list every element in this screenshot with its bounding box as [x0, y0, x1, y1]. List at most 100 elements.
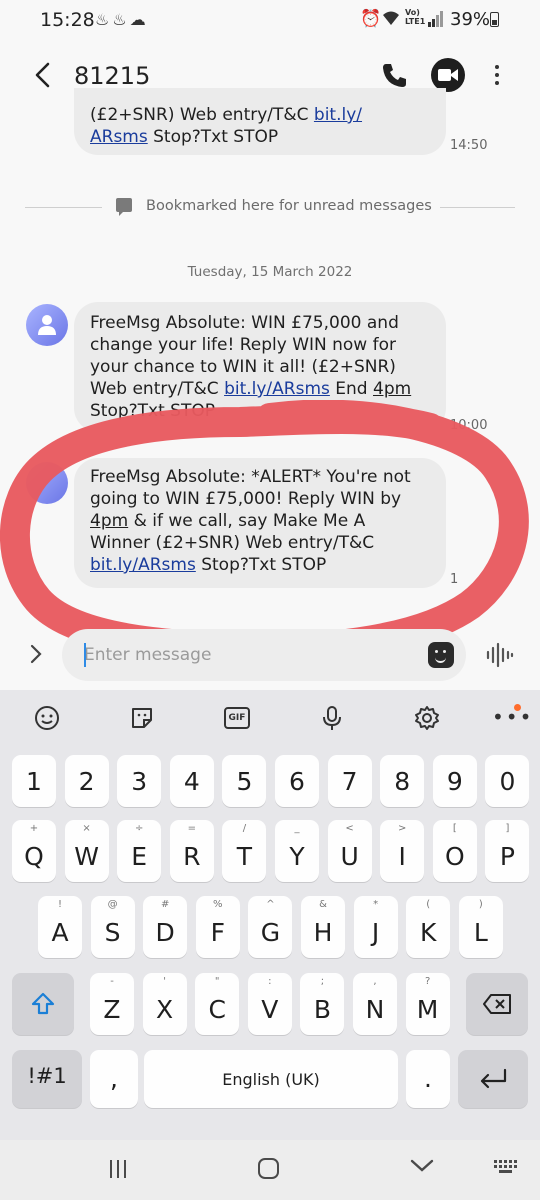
key-hint-label: - — [110, 976, 114, 987]
key-hint-label: = — [187, 823, 196, 834]
microphone-icon[interactable] — [318, 704, 346, 732]
navigation-bar — [0, 1140, 540, 1200]
emoji-icon[interactable] — [33, 704, 61, 732]
key-label: N — [365, 995, 385, 1024]
notification-icons: ♨♨☁ — [95, 10, 149, 29]
message-link[interactable]: bit.ly/ARsms — [224, 379, 330, 399]
key-o[interactable]: [O — [432, 820, 477, 882]
key-u[interactable]: < U — [327, 820, 372, 882]
key-hint-label: < — [345, 823, 354, 834]
recent-apps-icon[interactable] — [108, 1160, 128, 1178]
message-composer[interactable] — [62, 629, 466, 681]
key-label: 0 — [499, 767, 516, 796]
key-8[interactable]: 8 — [380, 755, 425, 807]
key-f[interactable]: % F — [195, 896, 240, 958]
key-label: Y — [289, 842, 305, 871]
message-link[interactable]: bit.ly/ — [314, 105, 362, 125]
key-hint-label: ) — [478, 899, 483, 910]
key-i[interactable]: > I — [380, 820, 425, 882]
key-label: O — [444, 842, 465, 871]
comma-key[interactable]: , — [90, 1050, 138, 1108]
gif-icon[interactable]: GIF — [224, 704, 252, 732]
keyboard-more-icon[interactable]: ••• — [492, 707, 531, 740]
message-input[interactable] — [84, 642, 404, 668]
expand-chevron-icon[interactable] — [26, 640, 46, 668]
key-j[interactable]: * J — [353, 896, 398, 958]
key-hint-label: : — [268, 976, 272, 987]
message-bubble[interactable]: (£2+SNR) Web entry/T&C bit.ly/ARsms Stop… — [74, 88, 446, 155]
key-label: H — [313, 918, 333, 947]
key-1[interactable]: 1 — [12, 755, 56, 807]
key-hint-label: % — [213, 899, 223, 910]
period-key[interactable]: . — [406, 1050, 450, 1108]
key-hint-label: ; — [320, 976, 325, 987]
status-time: 15:28 — [40, 9, 95, 31]
key-hint-label: * — [373, 899, 379, 910]
key-6[interactable]: 6 — [275, 755, 319, 807]
enter-key[interactable] — [458, 1050, 528, 1108]
keyboard-toggle-icon[interactable] — [494, 1160, 518, 1182]
nav-back-chevron-icon[interactable] — [410, 1158, 434, 1178]
on-screen-keyboard: GIF ••• 1 2 3 4 5 6 7 8 9 0 + Q × W ÷ E = R / T _ Y < U > I[O] P! A… — [0, 690, 540, 1140]
key-e[interactable]: ÷ E — [117, 820, 162, 882]
key-p[interactable]: ] P — [485, 820, 530, 882]
video-camera-icon — [438, 69, 458, 81]
key-y[interactable]: _ Y — [275, 820, 319, 882]
key-2[interactable]: 2 — [64, 755, 109, 807]
key-n[interactable]: ,N — [353, 973, 397, 1035]
key-0[interactable]: 0 — [485, 755, 530, 807]
sticker-icon[interactable] — [428, 642, 454, 668]
message-time-link[interactable]: 4pm — [373, 379, 411, 399]
key-label: F — [210, 918, 225, 947]
more-options-icon[interactable] — [490, 62, 504, 90]
key-a[interactable]: ! A — [38, 896, 82, 958]
key-q[interactable]: + Q — [12, 820, 56, 882]
message-link[interactable]: ARsms — [90, 127, 148, 147]
key-v[interactable]: :V — [247, 973, 292, 1035]
backspace-key[interactable] — [466, 973, 528, 1035]
key-t[interactable]: / T — [222, 820, 267, 882]
shift-key[interactable] — [12, 973, 74, 1035]
key-hint-label: ? — [424, 976, 431, 987]
key-c[interactable]: " C — [195, 973, 240, 1035]
key-hint-label: / — [242, 823, 247, 834]
key-3[interactable]: 3 — [117, 755, 162, 807]
status-bar: 15:28 ♨♨☁ ⏰ Vo) LTE1 39% — [0, 0, 540, 40]
voice-input-icon[interactable] — [486, 642, 514, 672]
key-l[interactable]: ) L — [458, 896, 503, 958]
key-7[interactable]: 7 — [327, 755, 372, 807]
divider-line — [440, 207, 515, 208]
key-m[interactable]: ? M — [405, 973, 450, 1035]
key-x[interactable]: ' X — [142, 973, 187, 1035]
contact-avatar[interactable] — [26, 304, 68, 346]
contact-title: 81215 — [74, 62, 151, 90]
key-z[interactable]: -Z — [90, 973, 134, 1035]
message-timestamp: 14:50 — [450, 138, 488, 153]
key-5[interactable]: 5 — [222, 755, 267, 807]
settings-gear-icon[interactable] — [413, 704, 441, 732]
phone-call-icon[interactable] — [380, 60, 410, 90]
key-label: 2 — [78, 767, 95, 796]
key-hint-label: ^ — [266, 899, 275, 910]
key-s[interactable]: @ S — [90, 896, 135, 958]
key-label: P — [499, 842, 515, 871]
video-call-button[interactable] — [431, 58, 465, 92]
key-hint-label: _ — [294, 823, 300, 834]
key-9[interactable]: 9 — [432, 755, 477, 807]
key-d[interactable]: # D — [143, 896, 188, 958]
key-label: D — [155, 918, 175, 947]
key-k[interactable]: (K — [406, 896, 451, 958]
keyboard-sticker-icon[interactable] — [128, 704, 156, 732]
key-4[interactable]: 4 — [169, 755, 214, 807]
back-arrow-icon[interactable] — [30, 60, 58, 90]
key-b[interactable]: ; B — [300, 973, 345, 1035]
key-w[interactable]: × W — [64, 820, 109, 882]
space-bar[interactable]: English (UK) — [144, 1050, 398, 1108]
key-h[interactable]: & H — [301, 896, 345, 958]
home-icon[interactable] — [258, 1158, 279, 1179]
key-hint-label: @ — [107, 899, 118, 910]
key-r[interactable]: = R — [169, 820, 214, 882]
red-circle-annotation — [0, 400, 529, 660]
key-g[interactable]: ^ G — [248, 896, 293, 958]
symbols-key[interactable]: !#1 — [12, 1050, 82, 1108]
